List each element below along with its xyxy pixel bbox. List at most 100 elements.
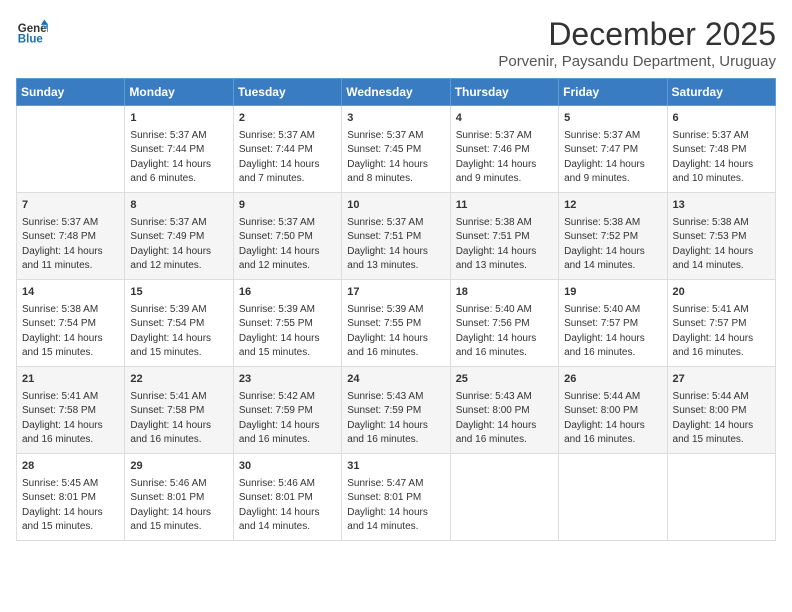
day-info: Sunrise: 5:38 AM Sunset: 7:53 PM Dayligh…	[673, 216, 770, 274]
calendar-cell: 4 Sunrise: 5:37 AM Sunset: 7:46 PM Daylig…	[450, 106, 558, 193]
day-number: 22	[130, 372, 227, 388]
calendar-cell: 13 Sunrise: 5:38 AM Sunset: 7:53 PM Dayli…	[667, 192, 775, 279]
day-info: Sunrise: 5:43 AM Sunset: 8:00 PM Dayligh…	[456, 390, 553, 448]
calendar-week-row: 14 Sunrise: 5:38 AM Sunset: 7:54 PM Dayli…	[17, 279, 776, 366]
calendar-cell	[667, 453, 775, 540]
column-header-friday: Friday	[559, 79, 667, 106]
calendar-cell: 3Sunrise: 5:37 AM Sunset: 7:45 PM Daylig…	[342, 106, 450, 193]
day-info: Sunrise: 5:47 AM Sunset: 8:01 PM Dayligh…	[347, 477, 444, 535]
calendar-cell: 15 Sunrise: 5:39 AM Sunset: 7:54 PM Dayli…	[125, 279, 233, 366]
day-info: Sunrise: 5:37 AM Sunset: 7:49 PM Dayligh…	[130, 216, 227, 274]
day-number: 1	[130, 111, 227, 127]
day-info: Sunrise: 5:38 AM Sunset: 7:51 PM Dayligh…	[456, 216, 553, 274]
day-info: Sunrise: 5:39 AM Sunset: 7:55 PM Dayligh…	[239, 303, 336, 361]
svg-text:Blue: Blue	[18, 34, 44, 46]
calendar-cell: 12 Sunrise: 5:38 AM Sunset: 7:52 PM Dayli…	[559, 192, 667, 279]
day-info: Sunrise: 5:41 AM Sunset: 7:58 PM Dayligh…	[130, 390, 227, 448]
column-header-tuesday: Tuesday	[233, 79, 341, 106]
calendar-cell: 26Sunrise: 5:44 AM Sunset: 8:00 PM Dayli…	[559, 366, 667, 453]
calendar-cell: 16Sunrise: 5:39 AM Sunset: 7:55 PM Dayli…	[233, 279, 341, 366]
calendar-cell: 20 Sunrise: 5:41 AM Sunset: 7:57 PM Dayli…	[667, 279, 775, 366]
day-number: 29	[130, 459, 227, 475]
day-number: 26	[564, 372, 661, 388]
day-info: Sunrise: 5:40 AM Sunset: 7:56 PM Dayligh…	[456, 303, 553, 361]
day-info: Sunrise: 5:46 AM Sunset: 8:01 PM Dayligh…	[239, 477, 336, 535]
day-number: 13	[673, 198, 770, 214]
day-number: 21	[22, 372, 119, 388]
calendar-cell: 14 Sunrise: 5:38 AM Sunset: 7:54 PM Dayli…	[17, 279, 125, 366]
calendar-cell: 7 Sunrise: 5:37 AM Sunset: 7:48 PM Daylig…	[17, 192, 125, 279]
title-area: December 2025 Porvenir, Paysandu Departm…	[498, 16, 776, 70]
day-info: Sunrise: 5:44 AM Sunset: 8:00 PM Dayligh…	[673, 390, 770, 448]
calendar-week-row: 28Sunrise: 5:45 AM Sunset: 8:01 PM Dayli…	[17, 453, 776, 540]
calendar-cell	[17, 106, 125, 193]
calendar-cell: 10 Sunrise: 5:37 AM Sunset: 7:51 PM Dayli…	[342, 192, 450, 279]
column-header-thursday: Thursday	[450, 79, 558, 106]
calendar-cell: 21Sunrise: 5:41 AM Sunset: 7:58 PM Dayli…	[17, 366, 125, 453]
day-number: 10	[347, 198, 444, 214]
calendar-cell: 9 Sunrise: 5:37 AM Sunset: 7:50 PM Daylig…	[233, 192, 341, 279]
day-number: 25	[456, 372, 553, 388]
day-number: 11	[456, 198, 553, 214]
calendar-cell: 17 Sunrise: 5:39 AM Sunset: 7:55 PM Dayli…	[342, 279, 450, 366]
calendar-cell	[559, 453, 667, 540]
day-info: Sunrise: 5:37 AM Sunset: 7:46 PM Dayligh…	[456, 129, 553, 187]
column-header-sunday: Sunday	[17, 79, 125, 106]
day-number: 12	[564, 198, 661, 214]
day-info: Sunrise: 5:41 AM Sunset: 7:57 PM Dayligh…	[673, 303, 770, 361]
calendar-cell: 29 Sunrise: 5:46 AM Sunset: 8:01 PM Dayli…	[125, 453, 233, 540]
calendar-cell: 6Sunrise: 5:37 AM Sunset: 7:48 PM Daylig…	[667, 106, 775, 193]
calendar-cell: 25 Sunrise: 5:43 AM Sunset: 8:00 PM Dayli…	[450, 366, 558, 453]
page-header: General Blue December 2025 Porvenir, Pay…	[16, 16, 776, 70]
day-number: 15	[130, 285, 227, 301]
day-number: 5	[564, 111, 661, 127]
day-number: 27	[673, 372, 770, 388]
day-number: 31	[347, 459, 444, 475]
calendar-cell: 23Sunrise: 5:42 AM Sunset: 7:59 PM Dayli…	[233, 366, 341, 453]
day-info: Sunrise: 5:37 AM Sunset: 7:51 PM Dayligh…	[347, 216, 444, 274]
calendar-header-row: SundayMondayTuesdayWednesdayThursdayFrid…	[17, 79, 776, 106]
column-header-saturday: Saturday	[667, 79, 775, 106]
logo-icon: General Blue	[16, 16, 48, 48]
day-number: 23	[239, 372, 336, 388]
day-number: 28	[22, 459, 119, 475]
day-info: Sunrise: 5:38 AM Sunset: 7:52 PM Dayligh…	[564, 216, 661, 274]
day-number: 30	[239, 459, 336, 475]
day-info: Sunrise: 5:37 AM Sunset: 7:44 PM Dayligh…	[239, 129, 336, 187]
column-header-wednesday: Wednesday	[342, 79, 450, 106]
day-info: Sunrise: 5:39 AM Sunset: 7:54 PM Dayligh…	[130, 303, 227, 361]
calendar-cell: 31 Sunrise: 5:47 AM Sunset: 8:01 PM Dayli…	[342, 453, 450, 540]
day-number: 7	[22, 198, 119, 214]
day-number: 8	[130, 198, 227, 214]
day-info: Sunrise: 5:37 AM Sunset: 7:50 PM Dayligh…	[239, 216, 336, 274]
calendar-cell: 27 Sunrise: 5:44 AM Sunset: 8:00 PM Dayli…	[667, 366, 775, 453]
day-number: 2	[239, 111, 336, 127]
month-title: December 2025	[498, 16, 776, 53]
calendar-cell: 30 Sunrise: 5:46 AM Sunset: 8:01 PM Dayli…	[233, 453, 341, 540]
day-number: 24	[347, 372, 444, 388]
day-info: Sunrise: 5:37 AM Sunset: 7:45 PM Dayligh…	[347, 129, 444, 187]
location-subtitle: Porvenir, Paysandu Department, Uruguay	[498, 53, 776, 70]
calendar-table: SundayMondayTuesdayWednesdayThursdayFrid…	[16, 78, 776, 541]
calendar-cell: 5Sunrise: 5:37 AM Sunset: 7:47 PM Daylig…	[559, 106, 667, 193]
day-number: 9	[239, 198, 336, 214]
day-number: 20	[673, 285, 770, 301]
calendar-cell: 8 Sunrise: 5:37 AM Sunset: 7:49 PM Daylig…	[125, 192, 233, 279]
calendar-cell: 22 Sunrise: 5:41 AM Sunset: 7:58 PM Dayli…	[125, 366, 233, 453]
calendar-cell: 18 Sunrise: 5:40 AM Sunset: 7:56 PM Dayli…	[450, 279, 558, 366]
day-info: Sunrise: 5:39 AM Sunset: 7:55 PM Dayligh…	[347, 303, 444, 361]
day-number: 17	[347, 285, 444, 301]
calendar-cell: 11 Sunrise: 5:38 AM Sunset: 7:51 PM Dayli…	[450, 192, 558, 279]
day-number: 19	[564, 285, 661, 301]
day-info: Sunrise: 5:46 AM Sunset: 8:01 PM Dayligh…	[130, 477, 227, 535]
day-info: Sunrise: 5:43 AM Sunset: 7:59 PM Dayligh…	[347, 390, 444, 448]
calendar-cell: 19 Sunrise: 5:40 AM Sunset: 7:57 PM Dayli…	[559, 279, 667, 366]
day-number: 14	[22, 285, 119, 301]
day-info: Sunrise: 5:38 AM Sunset: 7:54 PM Dayligh…	[22, 303, 119, 361]
calendar-week-row: 1 Sunrise: 5:37 AM Sunset: 7:44 PM Daylig…	[17, 106, 776, 193]
day-info: Sunrise: 5:37 AM Sunset: 7:48 PM Dayligh…	[22, 216, 119, 274]
day-number: 18	[456, 285, 553, 301]
calendar-cell	[450, 453, 558, 540]
day-number: 4	[456, 111, 553, 127]
day-info: Sunrise: 5:40 AM Sunset: 7:57 PM Dayligh…	[564, 303, 661, 361]
